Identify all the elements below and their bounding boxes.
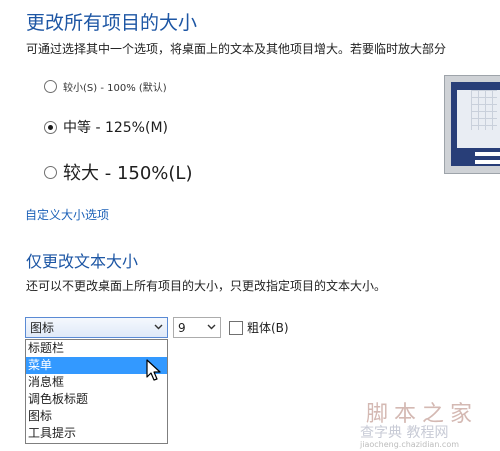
radio-button-checked[interactable]: [44, 120, 57, 134]
section-title-text-only: 仅更改文本大小: [26, 252, 139, 271]
chevron-down-icon: [154, 322, 163, 330]
dropdown-item-tooltip[interactable]: 工具提示: [26, 425, 167, 442]
radio-button[interactable]: [44, 80, 57, 93]
item-dropdown-list[interactable]: 标题栏 菜单 消息框 调色板标题 图标 工具提示: [25, 339, 168, 444]
item-select[interactable]: 图标: [25, 317, 168, 338]
radio-label: 较大 - 150%(L): [63, 163, 193, 184]
dropdown-item-icon[interactable]: 图标: [26, 408, 167, 425]
section-description-change-all: 可通过选择其中一个选项，将桌面上的文本及其他项目增大。若要临时放大部分: [26, 42, 447, 56]
radio-size-small[interactable]: 较小(S) - 100% (默认): [44, 79, 167, 94]
display-preview-image: [444, 75, 500, 174]
dropdown-item-palette-title[interactable]: 调色板标题: [26, 391, 167, 408]
chevron-down-icon: [207, 322, 216, 330]
dropdown-item-title-bar[interactable]: 标题栏: [26, 340, 167, 357]
preview-monitor-icon: [451, 82, 500, 166]
font-size-value: 9: [178, 320, 186, 335]
radio-label: 较小(S) - 100% (默认): [63, 83, 167, 94]
font-size-select[interactable]: 9: [173, 317, 221, 338]
radio-size-large[interactable]: 较大 - 150%(L): [44, 159, 192, 185]
radio-button[interactable]: [44, 165, 57, 179]
section-title-change-all: 更改所有项目的大小: [26, 12, 198, 34]
watermark-line3: jiaocheng.chazidian.com: [360, 440, 460, 449]
bold-option[interactable]: 粗体(B): [229, 319, 289, 336]
mouse-pointer-icon: [146, 359, 162, 383]
watermark-line2: 查字典 教程网: [360, 425, 449, 441]
radio-size-medium[interactable]: 中等 - 125%(M): [44, 117, 168, 137]
watermark-logo: 脚本之家 查字典 教程网 jiaocheng.chazidian.com: [352, 394, 500, 451]
section-description-text-only: 还可以不更改桌面上所有项目的大小，只更改指定项目的文本大小。: [26, 279, 387, 293]
radio-label: 中等 - 125%(M): [63, 120, 168, 136]
bold-checkbox-label: 粗体(B): [247, 321, 289, 335]
bold-checkbox[interactable]: [229, 320, 243, 335]
custom-size-options-link[interactable]: 自定义大小选项: [25, 206, 109, 223]
item-select-value: 图标: [30, 321, 55, 335]
